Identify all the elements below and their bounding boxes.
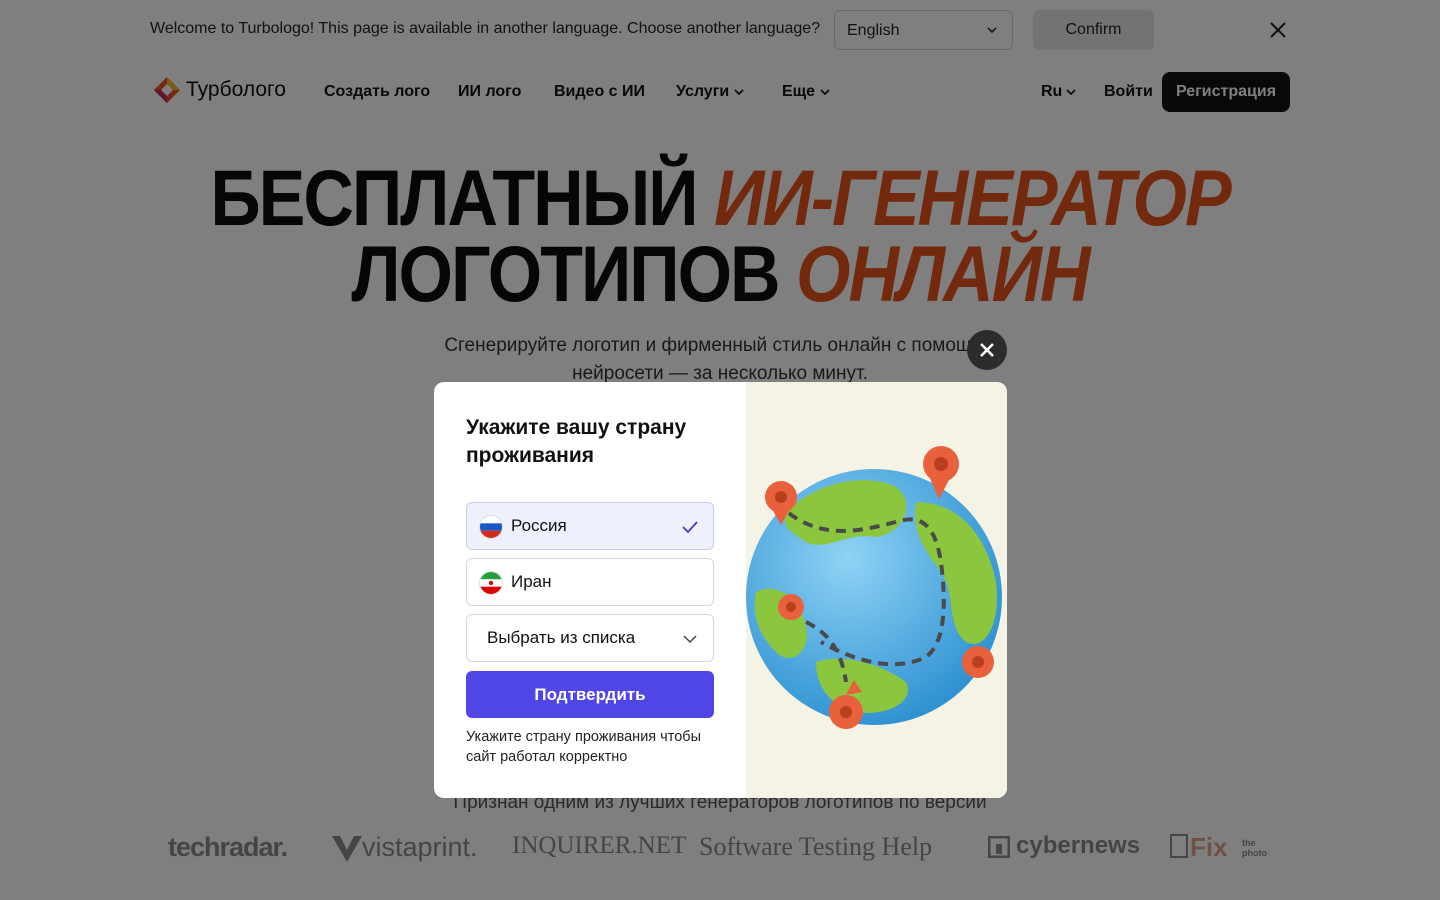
country-modal-form: Укажите вашу страну проживания Россия Ир… <box>434 382 746 798</box>
globe-illustration <box>746 446 1002 729</box>
country-confirm-button[interactable]: Подтвердить <box>466 671 714 718</box>
country-hint-text: Укажите страну проживания чтобы сайт раб… <box>466 729 701 765</box>
country-select-placeholder: Выбрать из списка <box>487 628 636 647</box>
country-modal: Укажите вашу страну проживания Россия Ир… <box>434 382 1007 798</box>
chevron-down-icon <box>683 635 697 644</box>
map-pin-icon <box>962 646 994 678</box>
close-icon <box>980 343 994 357</box>
country-option-iran[interactable]: Иран <box>466 558 714 606</box>
map-pin-icon <box>778 594 804 620</box>
country-option-russia[interactable]: Россия <box>466 502 714 550</box>
country-select-dropdown[interactable]: Выбрать из списка <box>466 614 714 662</box>
country-option-label: Иран <box>511 572 552 591</box>
iran-flag-icon <box>479 571 503 595</box>
country-modal-title: Укажите вашу страну проживания <box>466 416 687 467</box>
russia-flag-icon <box>479 515 503 539</box>
check-icon <box>682 521 698 534</box>
globe-illustration-panel <box>746 382 1007 798</box>
country-option-label: Россия <box>511 516 567 535</box>
modal-close-button[interactable] <box>967 330 1007 370</box>
